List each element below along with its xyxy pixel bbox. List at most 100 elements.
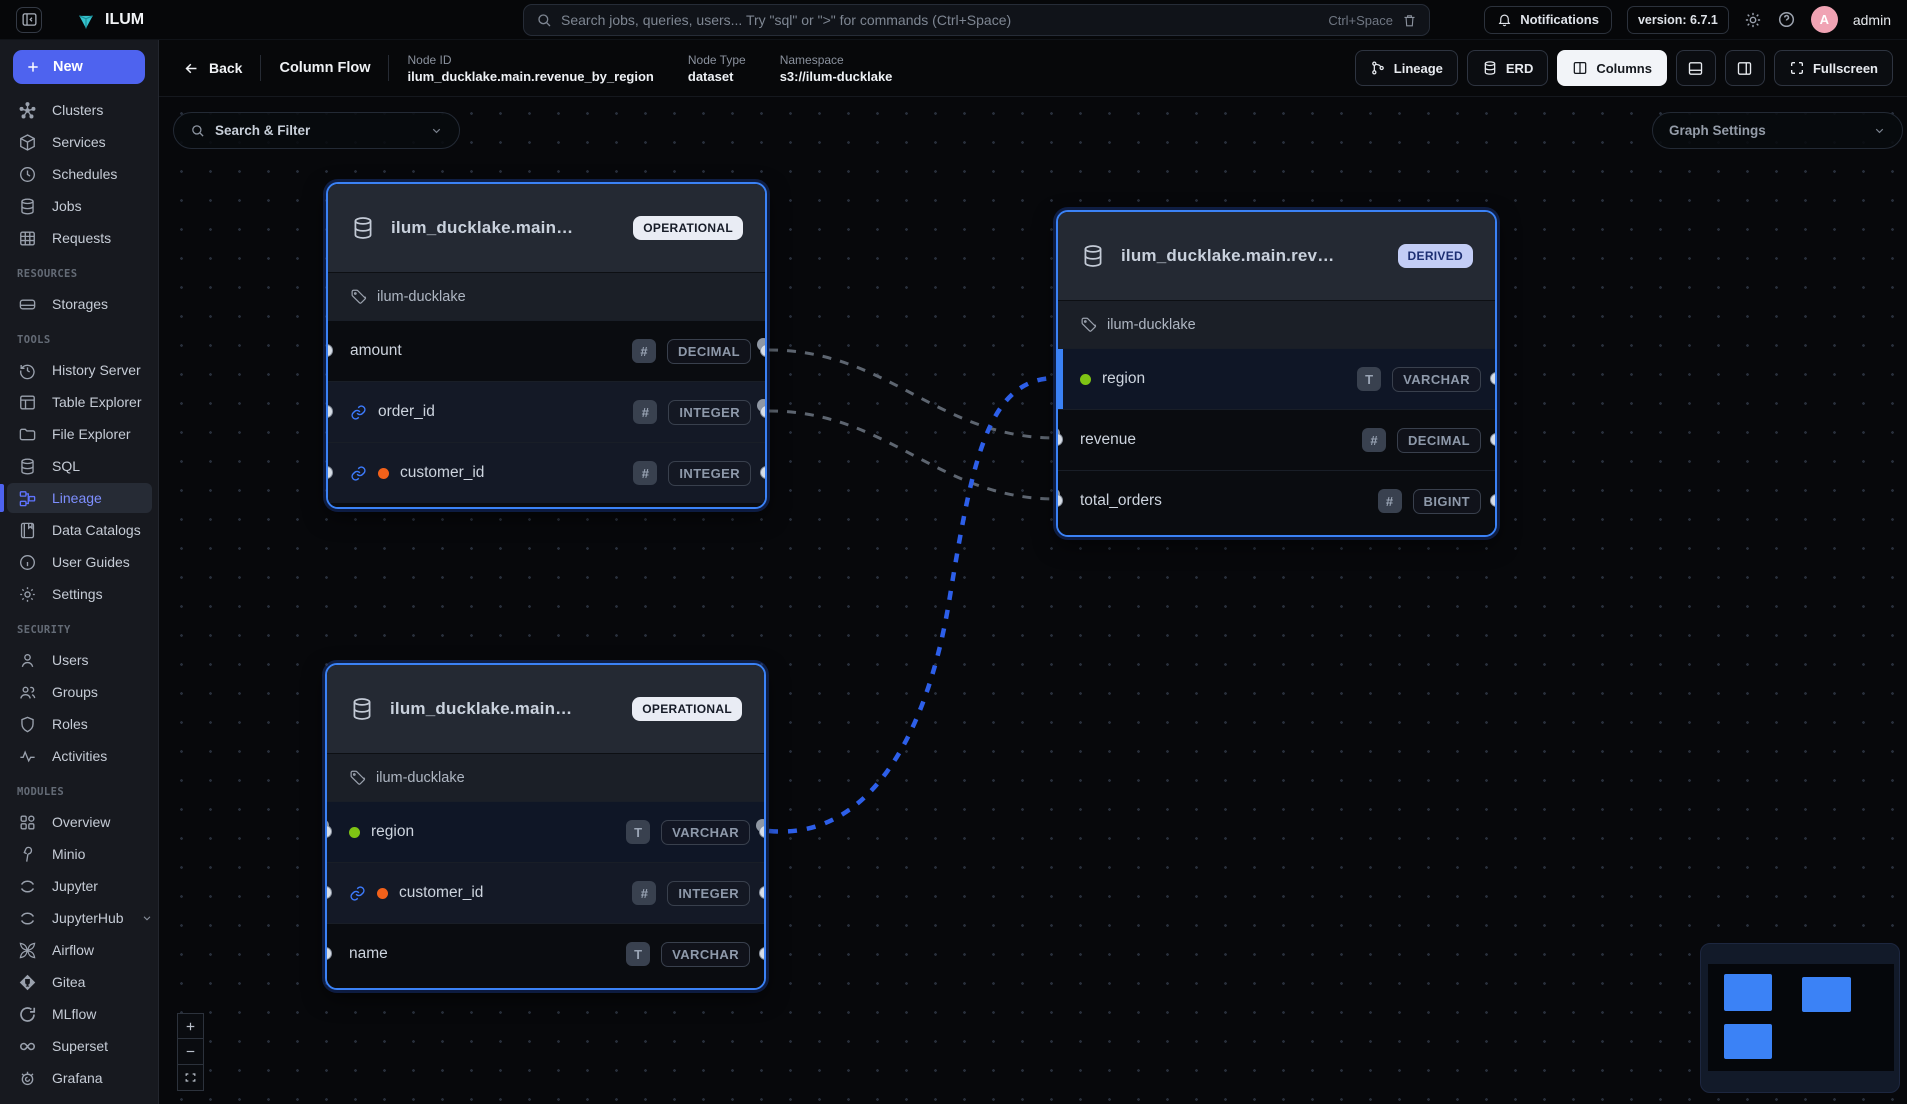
panel-right-toggle-button[interactable] <box>1725 50 1765 86</box>
node-header[interactable]: ilum_ducklake.main… OPERATIONAL <box>327 665 764 753</box>
fit-view-button[interactable] <box>177 1065 204 1091</box>
datatype-badge: INTEGER <box>667 881 750 906</box>
port-left[interactable] <box>1056 433 1063 446</box>
columns-icon <box>1572 60 1588 76</box>
orange-status-dot <box>378 468 389 479</box>
minimap-node <box>1724 974 1772 1011</box>
minimap[interactable] <box>1700 943 1900 1093</box>
port-right[interactable] <box>1490 372 1497 385</box>
port-left[interactable] <box>325 825 332 838</box>
ilum-gem-icon <box>76 10 96 30</box>
sidebar-item-table-explorer[interactable]: Table Explorer <box>0 386 158 418</box>
app-logo[interactable]: ILUM <box>76 10 144 30</box>
port-left[interactable] <box>326 466 333 479</box>
divider <box>388 55 389 81</box>
panel-bottom-icon <box>1687 60 1704 77</box>
sidebar-item-services[interactable]: Services <box>0 126 158 158</box>
sidebar-item-clusters[interactable]: Clusters <box>0 94 158 126</box>
new-button[interactable]: New <box>13 50 145 84</box>
zoom-out-button[interactable] <box>177 1039 204 1065</box>
sidebar-item-jupyterhub[interactable]: JupyterHub <box>0 902 158 934</box>
port-right[interactable] <box>759 886 766 899</box>
sidebar-item-user-guides[interactable]: User Guides <box>0 546 158 578</box>
erd-view-button[interactable]: ERD <box>1467 50 1548 86</box>
sidebar-item-groups[interactable]: Groups <box>0 676 158 708</box>
theme-toggle-sun-icon[interactable] <box>1744 11 1762 29</box>
column-row-name[interactable]: name T VARCHAR <box>327 923 764 984</box>
database-icon <box>349 696 375 722</box>
column-row-customer-id[interactable]: customer_id # INTEGER <box>327 862 764 923</box>
column-row-total-orders[interactable]: total_orders # BIGINT <box>1058 470 1495 531</box>
collapse-sidebar-button[interactable] <box>16 7 42 33</box>
sidebar-item-requests[interactable]: Requests <box>0 222 158 254</box>
sidebar-item-storages[interactable]: Storages <box>0 288 158 320</box>
column-row-amount[interactable]: amount # DECIMAL <box>328 320 765 381</box>
port-left[interactable] <box>1056 494 1063 507</box>
topbar-right-cluster: Notifications version: 6.7.1 A admin <box>1484 6 1891 34</box>
lineage-view-button[interactable]: Lineage <box>1355 50 1458 86</box>
sidebar-item-activities[interactable]: Activities <box>0 740 158 772</box>
history-icon <box>17 361 37 380</box>
panel-bottom-toggle-button[interactable] <box>1676 50 1716 86</box>
sidebar-item-jupyter[interactable]: Jupyter <box>0 870 158 902</box>
node-header[interactable]: ilum_ducklake.main… OPERATIONAL <box>328 184 765 272</box>
port-left[interactable] <box>326 344 333 357</box>
sidebar-item-lineage[interactable]: Lineage <box>0 482 158 514</box>
port-left[interactable] <box>326 405 333 418</box>
column-row-customer-id[interactable]: customer_id # INTEGER <box>328 442 765 503</box>
sidebar-item-superset[interactable]: Superset <box>0 1030 158 1062</box>
port-left[interactable] <box>325 947 332 960</box>
port-right[interactable] <box>760 405 767 418</box>
global-search[interactable]: Ctrl+Space <box>523 4 1430 36</box>
app-name: ILUM <box>105 11 144 29</box>
columns-view-button[interactable]: Columns <box>1557 50 1667 86</box>
zoom-in-button[interactable] <box>177 1013 204 1039</box>
column-row-region[interactable]: region T VARCHAR <box>327 801 764 862</box>
sidebar-item-minio[interactable]: Minio <box>0 838 158 870</box>
column-row-revenue[interactable]: revenue # DECIMAL <box>1058 409 1495 470</box>
port-right[interactable] <box>1490 433 1497 446</box>
search-filter-pill[interactable]: Search & Filter <box>173 112 460 149</box>
link-icon <box>350 404 367 421</box>
trash-icon[interactable] <box>1402 13 1417 28</box>
help-icon[interactable] <box>1777 10 1796 29</box>
minus-icon <box>184 1045 197 1058</box>
port-right[interactable] <box>760 344 767 357</box>
graph-settings-pill[interactable]: Graph Settings <box>1652 112 1903 149</box>
sidebar-item-overview[interactable]: Overview <box>0 806 158 838</box>
fullscreen-button[interactable]: Fullscreen <box>1774 50 1893 86</box>
dataset-node-orders[interactable]: ilum_ducklake.main… OPERATIONAL ilum-duc… <box>326 182 767 509</box>
port-right[interactable] <box>1490 494 1497 507</box>
sidebar-item-mlflow[interactable]: MLflow <box>0 998 158 1030</box>
port-right[interactable] <box>759 825 766 838</box>
column-row-order-id[interactable]: order_id # INTEGER <box>328 381 765 442</box>
sidebar-item-file-explorer[interactable]: File Explorer <box>0 418 158 450</box>
text-type-icon: T <box>626 942 650 966</box>
sidebar-item-sql[interactable]: SQL <box>0 450 158 482</box>
back-button[interactable]: Back <box>183 60 242 77</box>
search-input[interactable] <box>561 12 1319 28</box>
sidebar-item-airflow[interactable]: Airflow <box>0 934 158 966</box>
sidebar-item-gitea[interactable]: Gitea <box>0 966 158 998</box>
dataset-node-customers[interactable]: ilum_ducklake.main… OPERATIONAL ilum-duc… <box>325 663 766 990</box>
node-tag-label: ilum-ducklake <box>377 289 466 305</box>
sidebar-item-users[interactable]: Users <box>0 644 158 676</box>
column-row-region[interactable]: region T VARCHAR <box>1058 348 1495 409</box>
port-right[interactable] <box>760 466 767 479</box>
port-left[interactable] <box>325 886 332 899</box>
sidebar-item-jobs[interactable]: Jobs <box>0 190 158 222</box>
notifications-button[interactable]: Notifications <box>1484 6 1612 34</box>
dataset-node-revenue-by-region[interactable]: ilum_ducklake.main.rev… DERIVED ilum-duc… <box>1056 210 1497 537</box>
sidebar-item-roles[interactable]: Roles <box>0 708 158 740</box>
lineage-canvas[interactable]: Search & Filter Graph Settings ilum_duck… <box>159 97 1907 1104</box>
sidebar-item-settings[interactable]: Settings <box>0 578 158 610</box>
node-tag-label: ilum-ducklake <box>376 770 465 786</box>
avatar[interactable]: A <box>1811 6 1838 33</box>
fit-view-icon <box>184 1071 197 1084</box>
sidebar-item-grafana[interactable]: Grafana <box>0 1062 158 1094</box>
sidebar-item-history-server[interactable]: History Server <box>0 354 158 386</box>
node-header[interactable]: ilum_ducklake.main.rev… DERIVED <box>1058 212 1495 300</box>
sidebar-item-schedules[interactable]: Schedules <box>0 158 158 190</box>
port-right[interactable] <box>759 947 766 960</box>
sidebar-item-data-catalogs[interactable]: Data Catalogs <box>0 514 158 546</box>
